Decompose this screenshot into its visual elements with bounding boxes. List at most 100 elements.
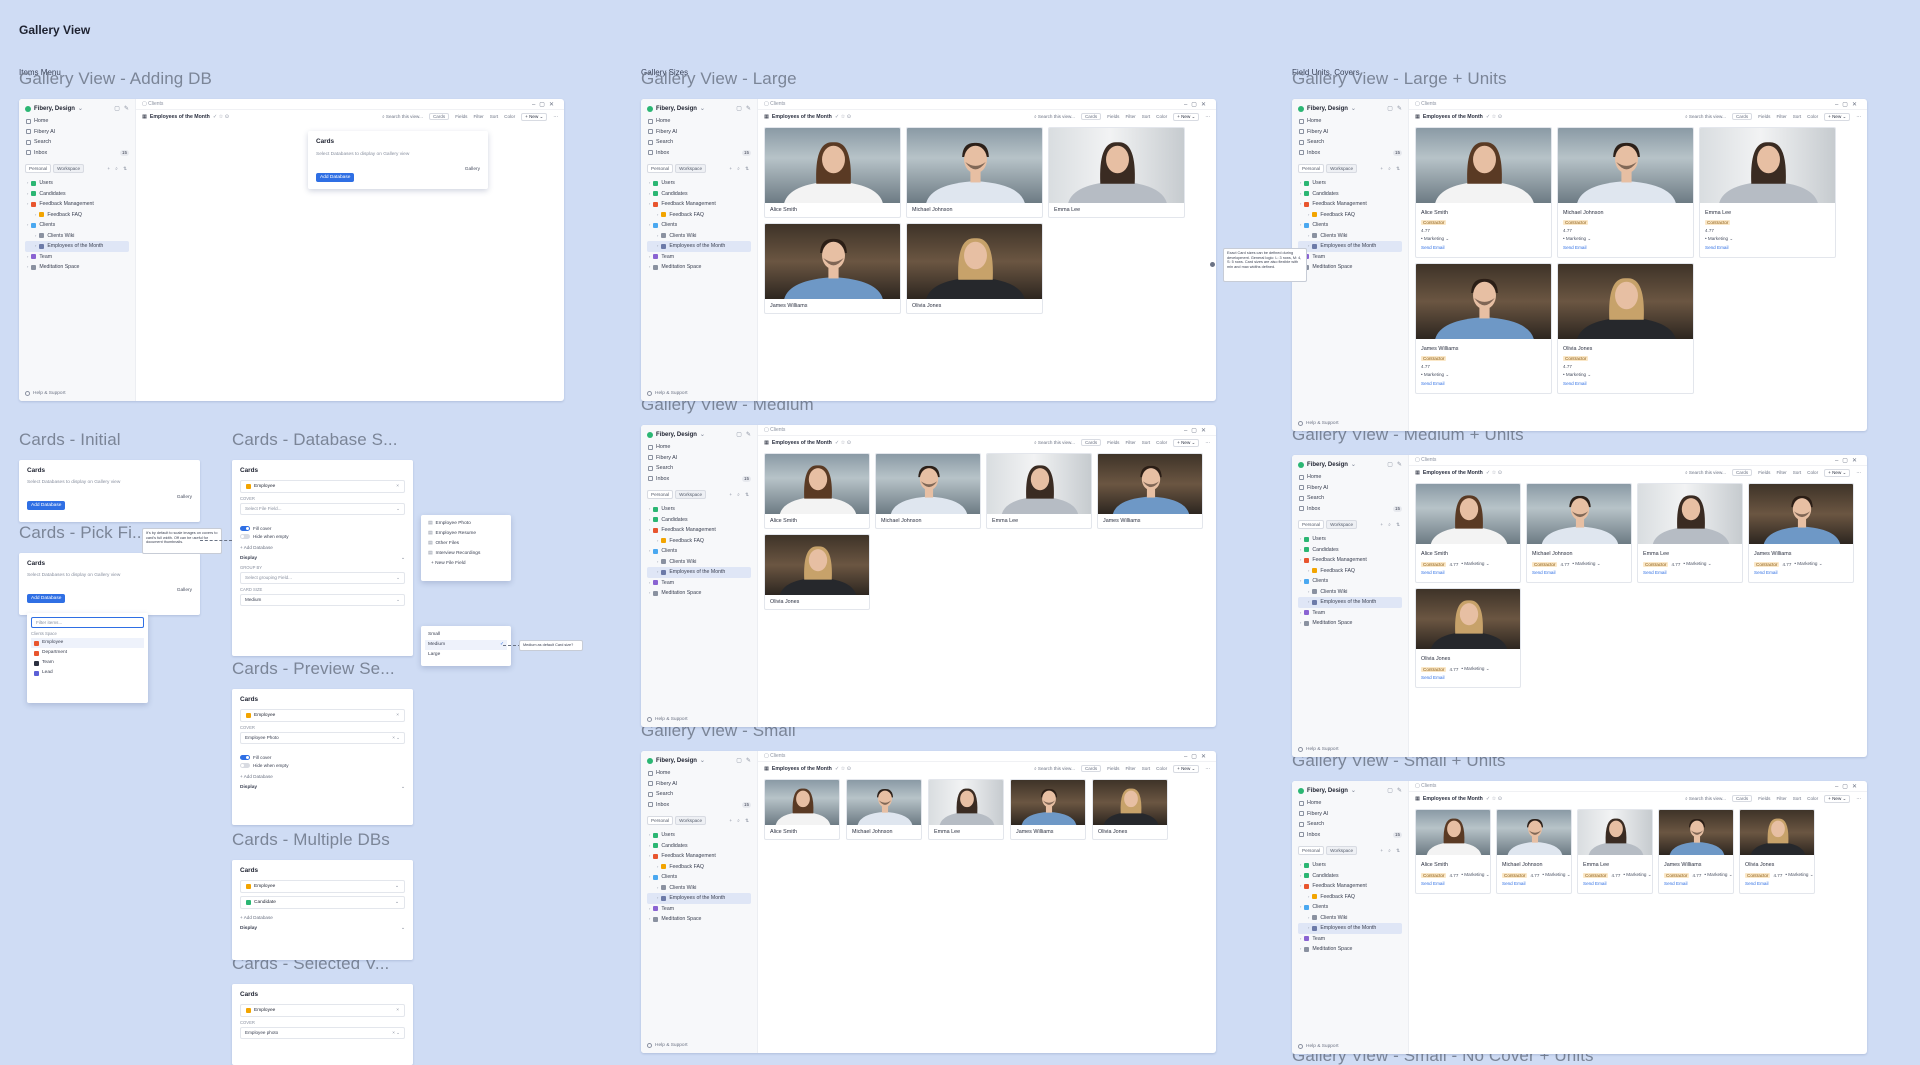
sidebar-tree-item[interactable]: › Clients xyxy=(647,220,751,231)
tab-workspace[interactable]: Workspace xyxy=(675,490,707,499)
toolbar-fields[interactable]: Fields xyxy=(1107,440,1119,445)
breadcrumb[interactable]: ▢ Clients xyxy=(1415,783,1436,789)
nav-item-2[interactable]: Search xyxy=(647,463,751,474)
gallery-card[interactable]: Alice Smith xyxy=(764,127,901,218)
send-email-button[interactable]: Send Email xyxy=(1583,881,1607,886)
sidebar-tree-item[interactable]: › Users xyxy=(647,504,751,515)
tab-workspace[interactable]: Workspace xyxy=(53,164,85,173)
toolbar-sort[interactable]: Sort xyxy=(490,114,498,119)
toolbar-fields[interactable]: Fields xyxy=(1758,796,1770,801)
workspace-switcher[interactable]: Fibery, Design ⌄ ▢ ✎ xyxy=(25,105,129,112)
send-email-button[interactable]: Send Email xyxy=(1705,245,1729,250)
gallery-card[interactable]: Alice Smith Contractor 4.77 • Marketing ⌄ … xyxy=(1415,483,1521,583)
toolbar-fields[interactable]: Fields xyxy=(455,114,467,119)
toolbar-filter[interactable]: Filter xyxy=(1125,766,1135,771)
window-controls[interactable]: –▢✕ xyxy=(1184,101,1210,108)
sidebar-tree-item[interactable]: › Candidates xyxy=(647,841,751,852)
view-actions[interactable]: ✓ ☆ ⊙ xyxy=(213,114,229,120)
sidebar-tree-item[interactable]: › Feedback FAQ xyxy=(647,210,751,221)
sidebar-tree-item[interactable]: › Clients Wiki xyxy=(647,883,751,894)
send-email-button[interactable]: Send Email xyxy=(1563,381,1587,386)
sidebar-tree-item[interactable]: › Feedback FAQ xyxy=(647,862,751,873)
sidebar-tree-item[interactable]: ›Meditation Space xyxy=(647,588,751,599)
breadcrumb[interactable]: ▢ Clients xyxy=(1415,457,1436,463)
more-icon[interactable]: ⋯ xyxy=(553,114,558,120)
tab-workspace[interactable]: Workspace xyxy=(675,164,707,173)
database-row-employee[interactable]: Employee × xyxy=(240,709,405,722)
compose-icon[interactable]: ✎ xyxy=(1397,461,1402,468)
new-button[interactable]: + New ⌄ xyxy=(1824,468,1851,477)
search-view[interactable]: ⌕ Search this view... xyxy=(1685,470,1726,475)
file-field-option[interactable]: ▤ Interview Recordings xyxy=(425,549,507,559)
window-controls[interactable]: –▢✕ xyxy=(532,101,558,108)
workspace-switcher[interactable]: Fibery, Design ⌄ ▢ ✎ xyxy=(1298,105,1402,112)
tab-personal[interactable]: Personal xyxy=(25,164,52,173)
tab-workspace[interactable]: Workspace xyxy=(1326,846,1358,855)
hide-empty-toggle[interactable]: Hide when empty xyxy=(240,763,405,768)
cover-field-select[interactable]: Employee Photo × ⌄ xyxy=(240,732,405,744)
send-email-button[interactable]: Send Email xyxy=(1563,245,1587,250)
toolbar-fields[interactable]: Fields xyxy=(1107,766,1119,771)
new-button[interactable]: + New ⌄ xyxy=(1824,112,1851,121)
fill-cover-toggle[interactable]: Fill cover xyxy=(240,755,405,760)
toolbar-cards[interactable]: Cards xyxy=(1731,469,1753,476)
compose-icon[interactable]: ✎ xyxy=(1397,787,1402,794)
file-field-option[interactable]: + New File Field xyxy=(425,559,507,569)
workspace-switcher[interactable]: Fibery, Design ⌄ ▢ ✎ xyxy=(1298,461,1402,468)
help-support[interactable]: Help & Support xyxy=(25,391,66,396)
toolbar-fields[interactable]: Fields xyxy=(1107,114,1119,119)
sidebar-tree-item[interactable]: › Feedback Management xyxy=(1298,199,1402,210)
toolbar-cards[interactable]: Cards xyxy=(1080,765,1102,772)
sidebar-tree-item[interactable]: › Users xyxy=(647,830,751,841)
window-controls[interactable]: –▢✕ xyxy=(1184,427,1210,434)
gallery-card[interactable]: Emma Lee xyxy=(1048,127,1185,218)
more-icon[interactable]: ⋯ xyxy=(1205,766,1210,772)
sidebar-tree-item[interactable]: › Clients Wiki xyxy=(1298,231,1402,242)
breadcrumb[interactable]: ▢ Clients xyxy=(142,101,163,107)
collapse-icon[interactable]: ▢ xyxy=(736,757,742,764)
send-email-button[interactable]: Send Email xyxy=(1421,675,1445,680)
help-support[interactable]: Help & Support xyxy=(647,717,688,722)
toolbar-color[interactable]: Color xyxy=(1156,114,1167,119)
toolbar-color[interactable]: Color xyxy=(1807,796,1818,801)
group-by-select[interactable]: Select grouping Field... ⌄ xyxy=(240,572,405,584)
gallery-card[interactable]: Olivia Jones Contractor 4.77 • Marketing ⌄… xyxy=(1415,588,1521,688)
more-icon[interactable]: ⋯ xyxy=(1205,440,1210,446)
breadcrumb[interactable]: ▢ Clients xyxy=(764,427,785,433)
nav-item-0[interactable]: Home xyxy=(647,442,751,453)
send-email-button[interactable]: Send Email xyxy=(1421,881,1445,886)
collapse-icon[interactable]: ▢ xyxy=(736,431,742,438)
display-section[interactable]: Display ⌄ xyxy=(240,556,405,561)
sidebar-tree-item[interactable]: ›Meditation Space xyxy=(1298,262,1402,273)
cover-field-select[interactable]: Select File Field... ⌄ xyxy=(240,503,405,515)
nav-item-3[interactable]: Inbox 15 xyxy=(647,800,751,811)
nav-item-2[interactable]: Search xyxy=(25,137,129,148)
gallery-card[interactable]: Emma Lee Contractor 4.77 • Marketing ⌄ Sen… xyxy=(1637,483,1743,583)
help-support[interactable]: Help & Support xyxy=(647,1043,688,1048)
send-email-button[interactable]: Send Email xyxy=(1421,245,1445,250)
card-size-option[interactable]: Medium ✓ xyxy=(425,640,507,650)
add-database-button[interactable]: Add Database xyxy=(27,501,66,510)
card-size-option[interactable]: Small xyxy=(425,630,507,640)
view-actions[interactable]: ✓ ☆ ⊙ xyxy=(835,766,851,772)
view-title[interactable]: Employees of the Month xyxy=(1423,796,1483,802)
sidebar-tree-item[interactable]: ›Team xyxy=(1298,608,1402,619)
cover-field-select[interactable]: Employee photo × ⌄ xyxy=(240,1027,405,1039)
workspace-switcher[interactable]: Fibery, Design ⌄ ▢ ✎ xyxy=(647,757,751,764)
nav-item-0[interactable]: Home xyxy=(647,768,751,779)
sidebar-tree-item[interactable]: › Feedback FAQ xyxy=(1298,210,1402,221)
toolbar-filter[interactable]: Filter xyxy=(1776,114,1786,119)
gallery-card[interactable]: Emma Lee Contractor 4.77 • Marketing ⌄ Sen… xyxy=(1577,809,1653,894)
toolbar-sort[interactable]: Sort xyxy=(1793,796,1801,801)
nav-item-1[interactable]: Fibery AI xyxy=(1298,483,1402,494)
new-button[interactable]: + New ⌄ xyxy=(1173,764,1200,773)
view-actions[interactable]: ✓ ☆ ⊙ xyxy=(835,114,851,120)
gallery-card[interactable]: Michael Johnson Contractor 4.77 • Market… xyxy=(1557,127,1694,258)
collapse-icon[interactable]: ▢ xyxy=(1387,105,1393,112)
new-button[interactable]: + New ⌄ xyxy=(1173,438,1200,447)
view-title[interactable]: Employees of the Month xyxy=(150,114,210,120)
collapse-icon[interactable]: ▢ xyxy=(114,105,120,112)
sidebar-tree-item[interactable]: ›Team xyxy=(647,578,751,589)
add-database-button[interactable]: Add Database xyxy=(316,173,355,182)
nav-item-2[interactable]: Search xyxy=(647,789,751,800)
